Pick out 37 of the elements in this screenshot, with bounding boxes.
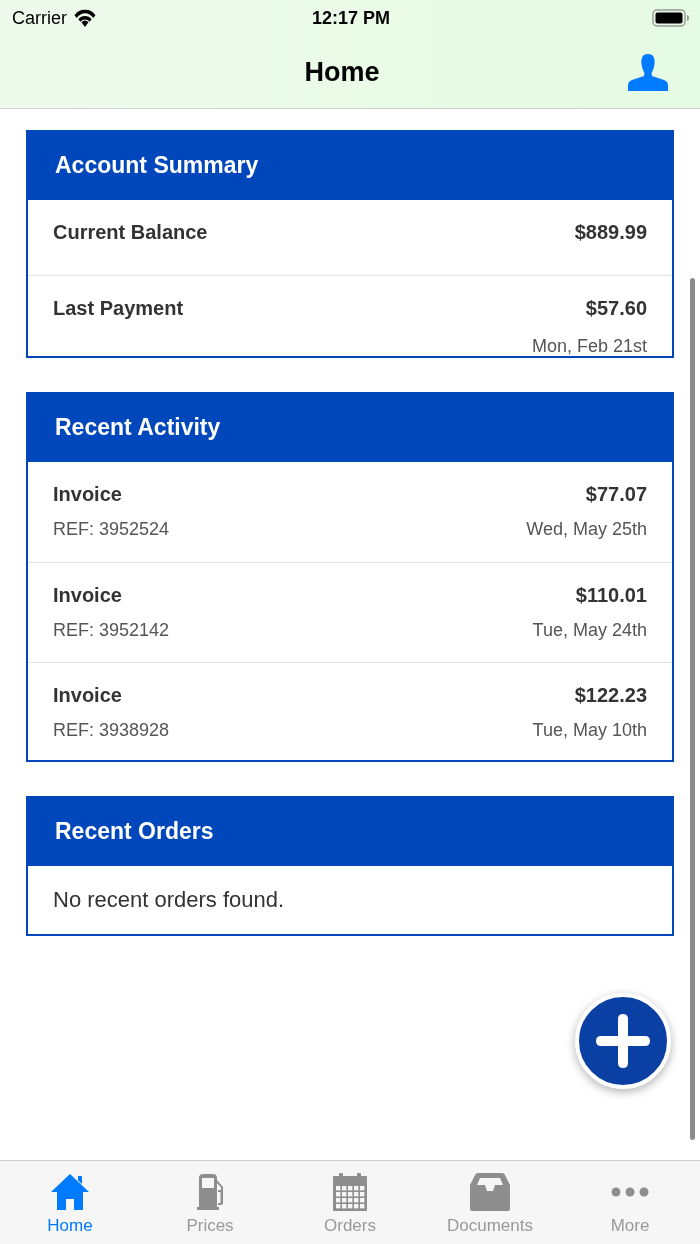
activity-ref: REF: 3952142: [53, 619, 170, 641]
carrier-label: Carrier: [12, 7, 67, 29]
activity-amount: $122.23: [574, 683, 647, 707]
card-header: Account Summary: [26, 130, 674, 200]
inbox-tray-icon: [469, 1172, 511, 1212]
activity-title: Invoice: [53, 583, 122, 607]
profile-icon[interactable]: [628, 53, 668, 91]
activity-date: Wed, May 25th: [526, 518, 647, 540]
activity-amount: $110.01: [575, 583, 647, 607]
card-header: Recent Activity: [26, 392, 674, 462]
tab-item[interactable]: Prices: [140, 1161, 280, 1244]
plus-icon: [596, 1014, 650, 1068]
activity-title: Invoice: [53, 683, 122, 707]
nav-title: Home: [304, 56, 380, 88]
tab-item[interactable]: Orders: [280, 1161, 420, 1244]
empty-message: No recent orders found.: [52, 886, 286, 914]
card-header: Recent Orders: [26, 796, 674, 866]
more-dots-icon: [611, 1187, 649, 1197]
payment-date: Mon, Feb 21st: [531, 335, 647, 357]
activity-amount: $77.07: [585, 482, 647, 506]
summary-amount: $57.60: [585, 296, 647, 320]
house-icon: [50, 1172, 90, 1212]
summary-amount: $889.99: [574, 220, 647, 244]
activity-date: Tue, May 24th: [532, 619, 647, 641]
activity-ref: REF: 3938928: [53, 719, 170, 741]
tab-item[interactable]: Documents: [420, 1161, 560, 1244]
tab-item[interactable]: More: [560, 1161, 700, 1244]
tab-item[interactable]: Home: [0, 1161, 140, 1244]
wifi-icon: [73, 9, 97, 27]
calendar-icon: [330, 1172, 370, 1212]
summary-label: Current Balance: [53, 220, 208, 244]
activity-ref: REF: 3952524: [53, 518, 170, 540]
summary-label: Last Payment: [53, 296, 184, 320]
battery-icon: [652, 9, 690, 27]
status-time: 12:17 PM: [311, 7, 390, 29]
activity-date: Tue, May 10th: [532, 719, 647, 741]
activity-title: Invoice: [53, 482, 122, 506]
